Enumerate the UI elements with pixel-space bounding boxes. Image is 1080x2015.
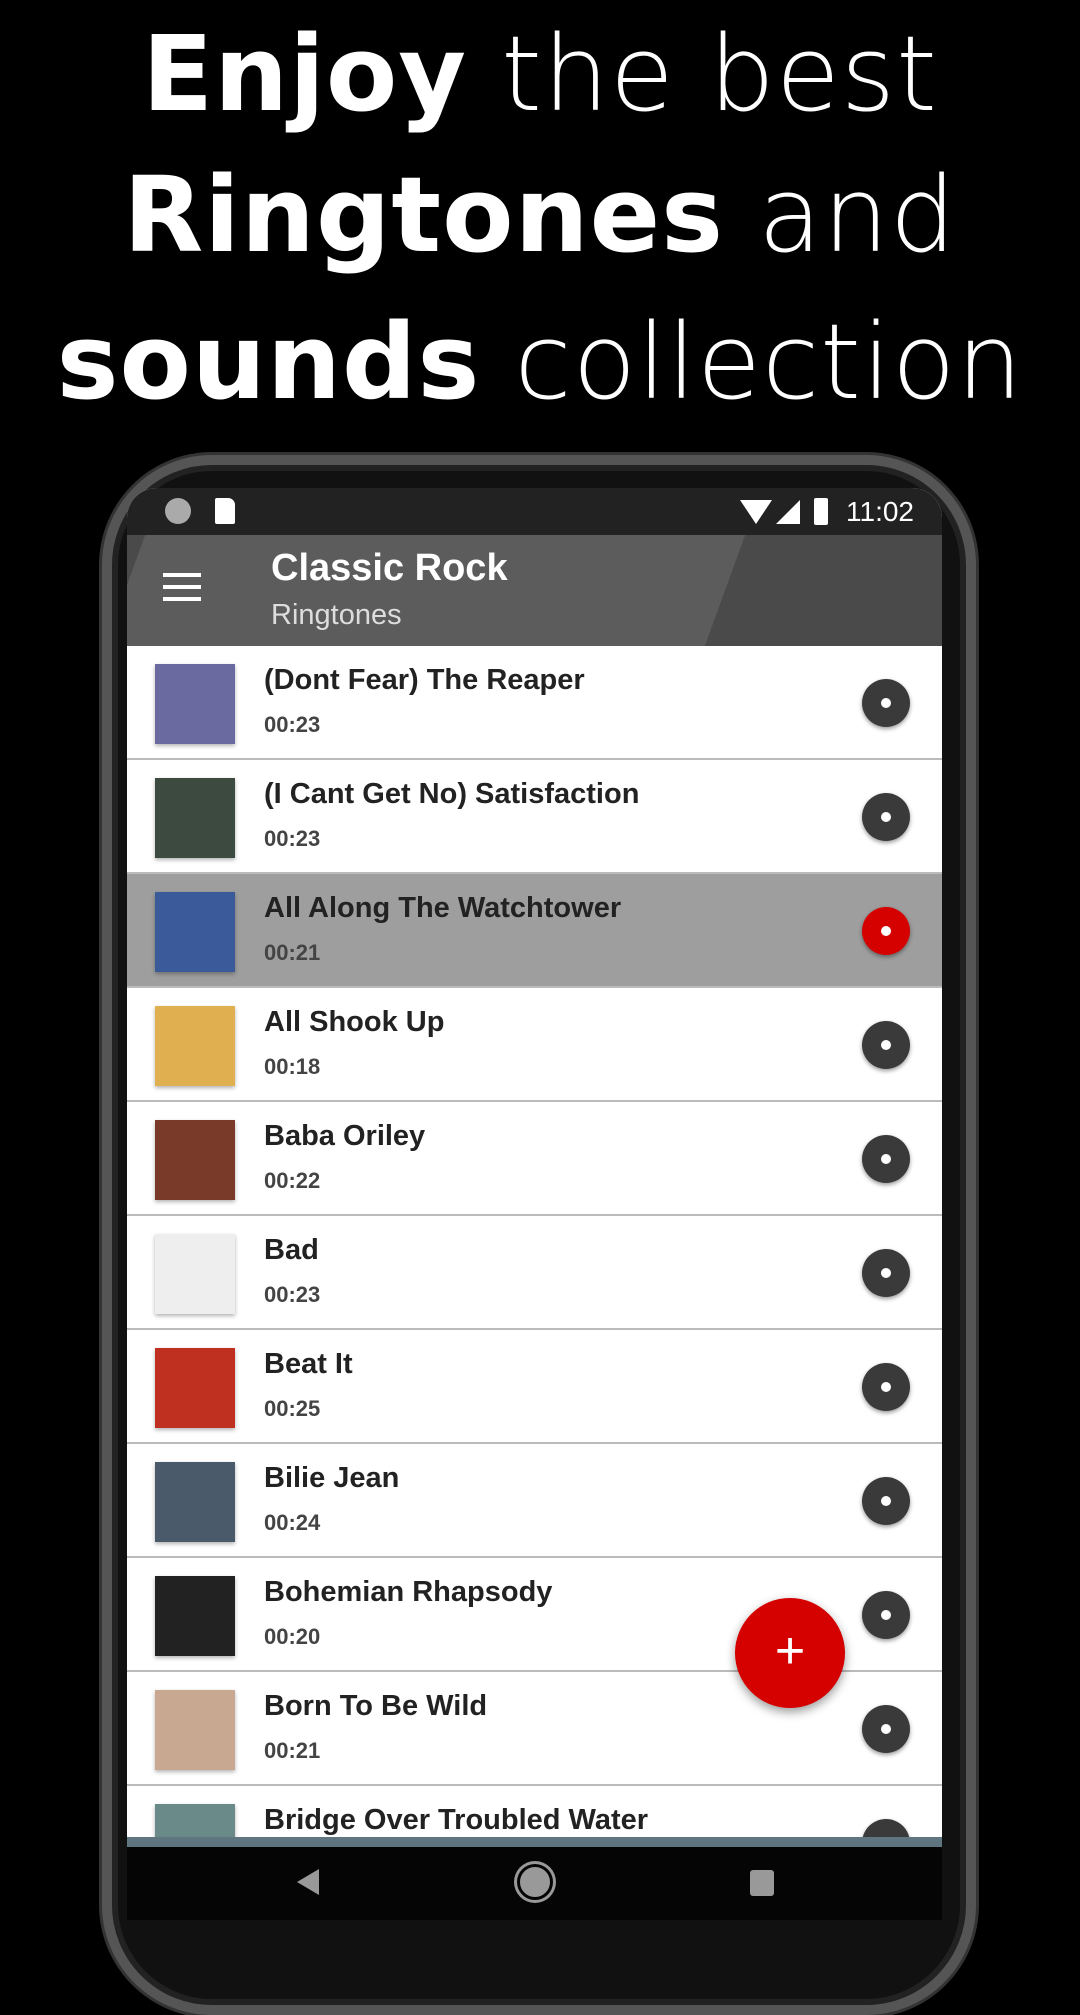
ringtone-title: Bad (264, 1234, 319, 1266)
bottom-divider (127, 1837, 942, 1847)
add-button[interactable]: + (735, 1598, 845, 1708)
ringtone-title: Baba Oriley (264, 1120, 426, 1152)
back-icon[interactable] (297, 1869, 319, 1895)
ringtone-duration: 00:21 (264, 940, 321, 965)
ringtone-title: Beat It (264, 1348, 353, 1380)
navigation-bar (127, 1847, 942, 1920)
ringtone-duration: 00:23 (264, 1282, 321, 1307)
play-button-icon[interactable] (862, 793, 910, 841)
ringtone-duration: 00:22 (264, 1168, 321, 1193)
ringtone-title: (Dont Fear) The Reaper (264, 664, 585, 696)
list-item[interactable]: (Dont Fear) The Reaper 00:23 (127, 646, 942, 760)
ringtone-duration: 00:25 (264, 1396, 321, 1421)
ringtone-duration: 00:23 (264, 826, 321, 851)
list-item[interactable]: (I Cant Get No) Satisfaction 00:23 (127, 760, 942, 874)
ringtone-title: Bridge Over Troubled Water (264, 1804, 649, 1836)
clock: 11:02 (846, 496, 914, 527)
headline-line-1: Enjoy the best (142, 13, 938, 135)
album-thumbnail (155, 1006, 235, 1086)
home-icon[interactable] (517, 1864, 553, 1900)
recent-apps-icon[interactable] (750, 1870, 774, 1896)
ringtone-duration: 00:24 (264, 1510, 321, 1535)
ringtone-duration: 00:21 (264, 1738, 321, 1763)
album-thumbnail (155, 664, 235, 744)
ringtone-title: Bilie Jean (264, 1462, 400, 1494)
ringtone-title: All Shook Up (264, 1006, 445, 1038)
signal-icon (776, 500, 800, 524)
ringtone-title: Born To Be Wild (264, 1690, 488, 1722)
ringtone-title: All Along The Watchtower (264, 892, 622, 924)
ringtone-title: (I Cant Get No) Satisfaction (264, 778, 640, 810)
play-button-icon[interactable] (862, 1363, 910, 1411)
play-button-icon[interactable] (862, 1705, 910, 1753)
play-button-icon[interactable] (862, 1249, 910, 1297)
album-thumbnail (155, 1234, 235, 1314)
list-item[interactable]: All Shook Up 00:18 (127, 988, 942, 1102)
album-thumbnail (155, 1576, 235, 1656)
album-thumbnail (155, 778, 235, 858)
album-thumbnail (155, 1462, 235, 1542)
app-screen: 11:02 Classic Rock Ringtones (Dont Fear)… (127, 488, 942, 1920)
battery-icon (814, 498, 828, 525)
page-title: Classic Rock (271, 547, 508, 589)
ringtone-list: (Dont Fear) The Reaper 00:23 (I Cant Get… (127, 646, 942, 1900)
album-thumbnail (155, 1120, 235, 1200)
album-thumbnail (155, 1348, 235, 1428)
hamburger-menu-icon[interactable] (163, 573, 201, 601)
list-item[interactable]: Bad 00:23 (127, 1216, 942, 1330)
album-thumbnail (155, 892, 235, 972)
ringtone-title: Bohemian Rhapsody (264, 1576, 553, 1608)
ringtone-duration: 00:23 (264, 712, 321, 737)
play-button-icon[interactable] (862, 907, 910, 955)
headline-line-2: Ringtones and (123, 154, 957, 276)
list-item[interactable]: Baba Oriley 00:22 (127, 1102, 942, 1216)
headline-line-3: sounds collection (56, 301, 1024, 423)
list-item[interactable]: Beat It 00:25 (127, 1330, 942, 1444)
ringtone-duration: 00:20 (264, 1624, 321, 1649)
status-bar: 11:02 (127, 488, 942, 535)
toolbar: Classic Rock Ringtones (127, 535, 942, 646)
list-item[interactable]: All Along The Watchtower 00:21 (127, 874, 942, 988)
album-thumbnail (155, 1690, 235, 1770)
play-button-icon[interactable] (862, 679, 910, 727)
wifi-icon (740, 500, 772, 524)
play-button-icon[interactable] (862, 1591, 910, 1639)
page-subtitle: Ringtones (271, 599, 402, 631)
sd-card-icon (215, 498, 235, 524)
sync-icon (165, 498, 191, 524)
play-button-icon[interactable] (862, 1477, 910, 1525)
list-item[interactable]: Bilie Jean 00:24 (127, 1444, 942, 1558)
play-button-icon[interactable] (862, 1021, 910, 1069)
ringtone-duration: 00:18 (264, 1054, 321, 1079)
play-button-icon[interactable] (862, 1135, 910, 1183)
